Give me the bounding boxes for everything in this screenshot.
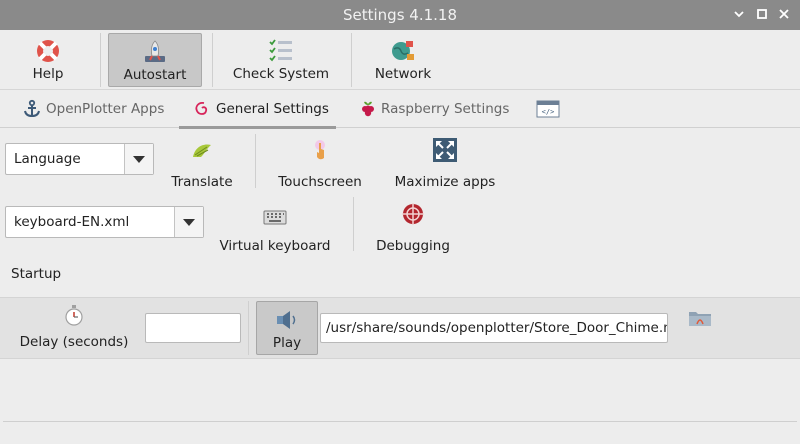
debugging-label: Debugging	[376, 238, 450, 254]
keyboard-layout-value: keyboard-EN.xml	[14, 214, 130, 230]
network-globe-icon	[392, 41, 414, 60]
language-select[interactable]: Language	[5, 143, 154, 175]
chevron-down-icon[interactable]	[174, 207, 203, 237]
delay-label-group: Delay (seconds)	[16, 304, 132, 354]
maximize-arrows-icon	[433, 138, 457, 162]
maximize-button[interactable]	[754, 6, 770, 22]
delay-label: Delay (seconds)	[19, 334, 129, 350]
panel-separator	[248, 301, 249, 355]
svg-text:</>: </>	[542, 108, 555, 116]
touchscreen-label: Touchscreen	[278, 174, 362, 190]
startup-heading: Startup	[11, 266, 62, 282]
tab-general-settings[interactable]: General Settings	[179, 90, 336, 129]
toolbar-separator	[100, 33, 101, 87]
title-bar: Settings 4.1.18	[0, 0, 800, 30]
sound-file-path: /usr/share/sounds/openplotter/Store_Door…	[326, 320, 668, 336]
play-sound-button[interactable]: Play	[256, 301, 318, 355]
debian-swirl-icon	[195, 101, 208, 115]
translate-icon	[193, 144, 211, 157]
chevron-down-icon[interactable]	[124, 144, 153, 174]
tab-openplotter-apps-label: OpenPlotter Apps	[46, 101, 165, 117]
touchscreen-button[interactable]: Touchscreen	[272, 137, 368, 190]
toolbar-separator	[351, 33, 352, 87]
language-select-value: Language	[14, 151, 81, 167]
debugging-button[interactable]: Debugging	[370, 201, 456, 254]
panel-bottom-divider	[3, 421, 797, 422]
panel-separator	[353, 197, 354, 251]
virtual-keyboard-button[interactable]: Virtual keyboard	[216, 201, 334, 254]
help-button[interactable]: Help	[8, 33, 88, 87]
tab-code-window[interactable]: </>	[530, 90, 564, 128]
maximize-icon	[757, 9, 767, 19]
delay-seconds-input[interactable]	[145, 313, 241, 343]
virtual-keyboard-label: Virtual keyboard	[219, 238, 331, 254]
network-button[interactable]: Network	[362, 33, 444, 87]
main-toolbar: Help Autostart Check System Network	[0, 30, 800, 90]
play-label: Play	[272, 335, 302, 351]
speaker-icon	[277, 311, 296, 329]
tab-raspberry-settings[interactable]: Raspberry Settings	[354, 90, 514, 128]
panel-separator	[255, 134, 256, 188]
network-label: Network	[374, 66, 432, 82]
stopwatch-icon	[65, 305, 83, 326]
general-settings-panel: Language Translate Touchscreen Maximize …	[0, 129, 800, 444]
keyboard-layout-select[interactable]: keyboard-EN.xml	[5, 206, 204, 238]
minimize-icon	[734, 11, 744, 18]
keyboard-icon	[263, 210, 287, 225]
lifebuoy-icon	[37, 40, 59, 62]
sound-file-input[interactable]: /usr/share/sounds/openplotter/Store_Door…	[320, 313, 668, 343]
folder-open-icon[interactable]	[688, 308, 712, 328]
autostart-button[interactable]: Autostart	[108, 33, 202, 87]
checklist-icon	[269, 39, 292, 62]
check-system-label: Check System	[232, 66, 330, 82]
raspberry-icon	[362, 101, 374, 117]
touch-hand-icon	[315, 140, 325, 160]
tab-raspberry-settings-label: Raspberry Settings	[381, 101, 510, 117]
tab-general-settings-label: General Settings	[216, 101, 329, 117]
maximize-apps-button[interactable]: Maximize apps	[390, 137, 500, 190]
window-title: Settings 4.1.18	[342, 6, 457, 24]
close-button[interactable]	[776, 6, 792, 22]
translate-button[interactable]: Translate	[164, 137, 240, 190]
autostart-label: Autostart	[123, 67, 187, 83]
anchor-icon	[24, 99, 40, 118]
minimize-button[interactable]	[731, 6, 747, 22]
maximize-apps-label: Maximize apps	[394, 174, 496, 190]
tab-openplotter-apps[interactable]: OpenPlotter Apps	[18, 90, 164, 128]
rocket-icon	[145, 40, 165, 62]
toolbar-separator	[212, 33, 213, 87]
code-window-icon: </>	[536, 100, 560, 118]
startup-row: Delay (seconds) Play /usr/share/sounds/o…	[0, 297, 800, 359]
help-label: Help	[32, 66, 64, 82]
translate-label: Translate	[171, 174, 233, 190]
check-system-button[interactable]: Check System	[222, 33, 340, 87]
close-icon	[779, 9, 789, 19]
settings-tabs: OpenPlotter Apps General Settings Raspbe…	[0, 90, 800, 129]
crosshair-icon	[402, 203, 424, 225]
